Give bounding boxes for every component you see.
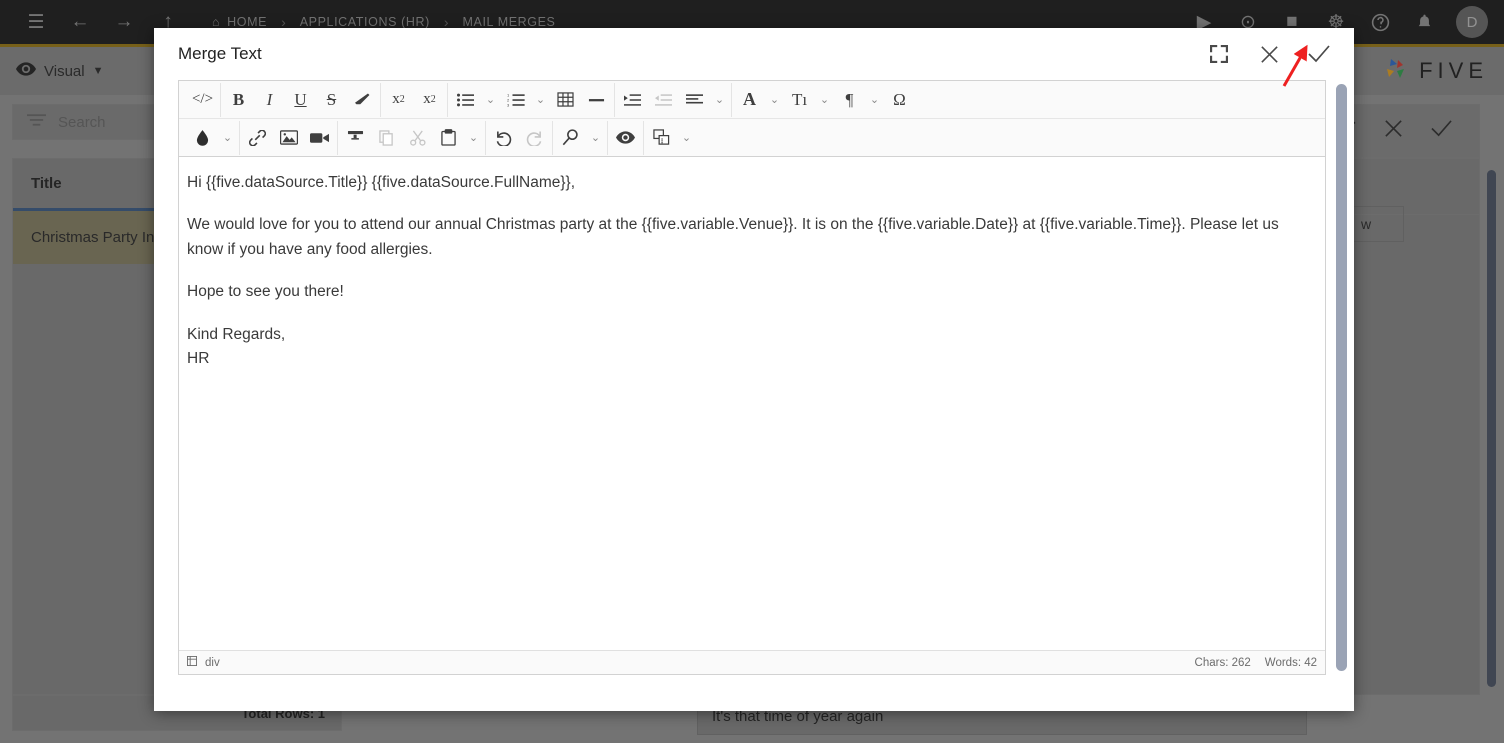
toolbar-group-indent-align: ⌄ — [615, 82, 732, 117]
horizontal-rule-button[interactable] — [581, 83, 612, 117]
svg-text:3: 3 — [507, 102, 510, 107]
chevron-down-icon[interactable]: ⌄ — [481, 83, 500, 117]
remove-format-button[interactable] — [347, 83, 378, 117]
special-character-button[interactable]: Ω — [884, 83, 915, 117]
chevron-down-icon[interactable]: ⌄ — [531, 83, 550, 117]
subscript-button[interactable]: x2 — [414, 83, 445, 117]
strikethrough-button[interactable]: S — [316, 83, 347, 117]
dialog-header: Merge Text — [154, 28, 1354, 80]
editor-toolbar-row-2: ⌄ ⌄ ⌄ ⌄ — [179, 119, 1325, 157]
editor-status-bar: div Chars: 262 Words: 42 — [179, 650, 1325, 674]
word-count: Words: 42 — [1264, 656, 1317, 669]
editor-content-area[interactable]: Hi {{five.dataSource.Title}} {{five.data… — [179, 157, 1325, 650]
page-title: Merge Text — [178, 44, 262, 63]
toolbar-group-insert — [240, 120, 338, 155]
table-button[interactable] — [550, 83, 581, 117]
toolbar-group-script: x2 x2 — [381, 82, 448, 117]
chevron-down-icon[interactable]: ⌄ — [815, 83, 834, 117]
insert-link-button[interactable] — [242, 121, 273, 155]
element-path-label[interactable]: div — [205, 657, 220, 669]
dialog-footer — [154, 675, 1354, 711]
preview-button[interactable] — [610, 121, 641, 155]
toolbar-group-source: </> — [185, 82, 221, 117]
element-path: div — [187, 656, 220, 669]
toolbar-group-lists: ⌄ 1 2 3 ⌄ — [448, 82, 615, 117]
undo-button[interactable] — [488, 121, 519, 155]
underline-button[interactable]: U — [285, 83, 316, 117]
expand-fullscreen-button[interactable] — [1198, 35, 1240, 73]
align-button[interactable] — [679, 83, 710, 117]
chevron-down-icon[interactable]: ⌄ — [586, 121, 605, 155]
format-painter-button[interactable] — [340, 121, 371, 155]
paste-button[interactable] — [433, 121, 464, 155]
merge-field-button[interactable] — [646, 121, 677, 155]
chevron-down-icon[interactable]: ⌄ — [710, 83, 729, 117]
paragraph-format-button[interactable]: ¶ — [834, 83, 865, 117]
chevron-down-icon[interactable]: ⌄ — [218, 121, 237, 155]
editor-toolbar-row-1: </> B I U S x2 x2 ⌄ 1 2 3 ⌄ ⌄ A ⌄ Tı ⌄ ¶… — [179, 81, 1325, 119]
element-path-icon — [187, 656, 197, 669]
bulleted-list-button[interactable] — [450, 83, 481, 117]
cut-button[interactable] — [402, 121, 433, 155]
italic-button[interactable]: I — [254, 83, 285, 117]
chevron-down-icon[interactable]: ⌄ — [464, 121, 483, 155]
numbered-list-button[interactable]: 1 2 3 — [500, 83, 531, 117]
dialog-body: </> B I U S x2 x2 ⌄ 1 2 3 ⌄ ⌄ A ⌄ Tı ⌄ ¶… — [154, 80, 1354, 675]
rich-text-editor: </> B I U S x2 x2 ⌄ 1 2 3 ⌄ ⌄ A ⌄ Tı ⌄ ¶… — [178, 80, 1326, 675]
decrease-indent-button[interactable] — [648, 83, 679, 117]
bold-button[interactable]: B — [223, 83, 254, 117]
toolbar-group-typography: A ⌄ Tı ⌄ ¶ ⌄ Ω — [732, 83, 917, 117]
modal-scrollbar[interactable] — [1336, 84, 1347, 671]
char-count: Chars: 262 — [1194, 656, 1251, 669]
chevron-down-icon[interactable]: ⌄ — [765, 83, 784, 117]
insert-image-button[interactable] — [273, 121, 304, 155]
signature-line: HR — [187, 350, 210, 368]
toolbar-group-history — [486, 120, 553, 155]
signoff-line: Kind Regards, — [187, 325, 286, 343]
confirm-modal-button[interactable] — [1298, 35, 1340, 73]
superscript-button[interactable]: x2 — [383, 83, 414, 117]
close-modal-button[interactable] — [1248, 35, 1290, 73]
toolbar-group-clipboard: ⌄ — [338, 120, 486, 155]
source-code-button[interactable]: </> — [187, 83, 218, 117]
merge-text-dialog: Merge Text </> B I U S x 2 x 2 ⌄ 1 2 3 ⌄… — [154, 28, 1354, 711]
dialog-header-actions — [1198, 35, 1340, 73]
redo-button[interactable] — [519, 121, 550, 155]
text-color-button[interactable] — [187, 121, 218, 155]
increase-indent-button[interactable] — [617, 83, 648, 117]
search-replace-button[interactable] — [555, 121, 586, 155]
toolbar-group-merge-field: ⌄ — [644, 121, 698, 155]
toolbar-group-color: ⌄ — [185, 120, 240, 155]
font-family-button[interactable]: A — [734, 83, 765, 117]
toolbar-group-inline-style: B I U S — [221, 82, 381, 117]
font-size-button[interactable]: Tı — [784, 83, 815, 117]
signoff-paragraph: Kind Regards, HR — [187, 323, 1317, 372]
copy-button[interactable] — [371, 121, 402, 155]
greeting-paragraph: Hi {{five.dataSource.Title}} {{five.data… — [187, 174, 576, 191]
chevron-down-icon[interactable]: ⌄ — [865, 83, 884, 117]
toolbar-group-preview — [608, 120, 644, 155]
toolbar-group-search: ⌄ — [553, 120, 608, 155]
closing-paragraph: Hope to see you there! — [187, 283, 344, 301]
insert-video-button[interactable] — [304, 121, 335, 155]
chevron-down-icon[interactable]: ⌄ — [677, 121, 696, 155]
editor-counters: Chars: 262 Words: 42 — [1195, 657, 1317, 669]
invitation-paragraph: We would love for you to attend our annu… — [187, 216, 1279, 258]
